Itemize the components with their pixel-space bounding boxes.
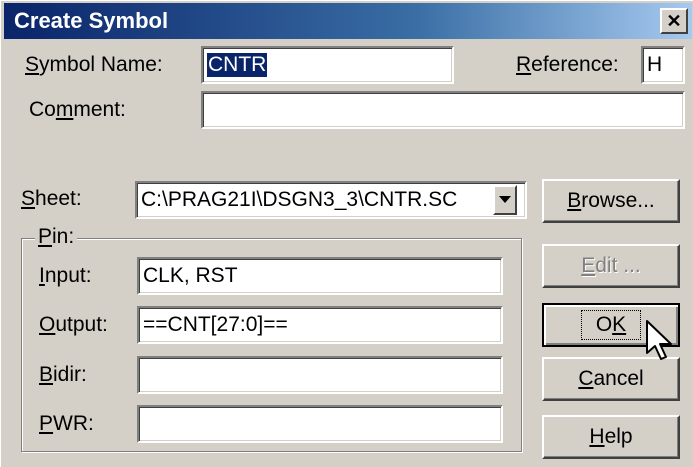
bidir-label: Bidir:: [39, 363, 87, 386]
chevron-down-icon: [499, 196, 511, 203]
create-symbol-dialog: Create Symbol ✕ Symbol Name: CNTR Refere…: [0, 0, 693, 467]
input-field[interactable]: CLK, RST: [137, 257, 503, 295]
mouse-pointer-icon: [646, 320, 672, 360]
input-label: Input:: [39, 264, 92, 287]
pwr-label: PWR:: [39, 412, 94, 435]
bidir-field[interactable]: [137, 356, 503, 394]
sheet-combobox[interactable]: C:\PRAG21I\DSGN3_3\CNTR.SC: [135, 181, 527, 219]
input-value: CLK, RST: [143, 264, 238, 287]
sheet-label: Sheet:: [21, 187, 82, 210]
comment-label: Comment:: [29, 98, 126, 121]
close-button[interactable]: ✕: [660, 8, 688, 34]
close-icon: ✕: [666, 11, 682, 31]
sheet-dropdown-button[interactable]: [493, 185, 517, 215]
sheet-value: C:\PRAG21I\DSGN3_3\CNTR.SC: [141, 188, 458, 211]
output-value: ==CNT[27:0]==: [143, 313, 288, 336]
title-bar[interactable]: Create Symbol ✕: [4, 3, 692, 39]
window-title: Create Symbol: [14, 8, 169, 33]
edit-button[interactable]: Edit ...: [542, 244, 680, 288]
output-label: Output:: [39, 313, 108, 336]
comment-field[interactable]: [201, 91, 685, 129]
pwr-field[interactable]: [137, 405, 503, 443]
reference-field[interactable]: H: [641, 46, 685, 84]
edit-button-label: Edit ...: [581, 254, 641, 277]
cancel-button-label: Cancel: [578, 367, 644, 390]
ok-button-label: OK: [580, 310, 642, 340]
cancel-button[interactable]: Cancel: [542, 357, 680, 401]
browse-button[interactable]: Browse...: [542, 179, 680, 223]
reference-label: Reference:: [516, 53, 619, 76]
output-field[interactable]: ==CNT[27:0]==: [137, 306, 503, 344]
help-button[interactable]: Help: [542, 415, 680, 459]
symbol-name-label: Symbol Name:: [25, 53, 163, 76]
help-button-label: Help: [589, 425, 633, 448]
browse-button-label: Browse...: [567, 189, 655, 212]
symbol-name-field[interactable]: CNTR: [201, 46, 454, 84]
symbol-name-value: CNTR: [207, 53, 268, 77]
reference-value: H: [647, 53, 663, 76]
pin-group-label: Pin:: [35, 225, 78, 249]
